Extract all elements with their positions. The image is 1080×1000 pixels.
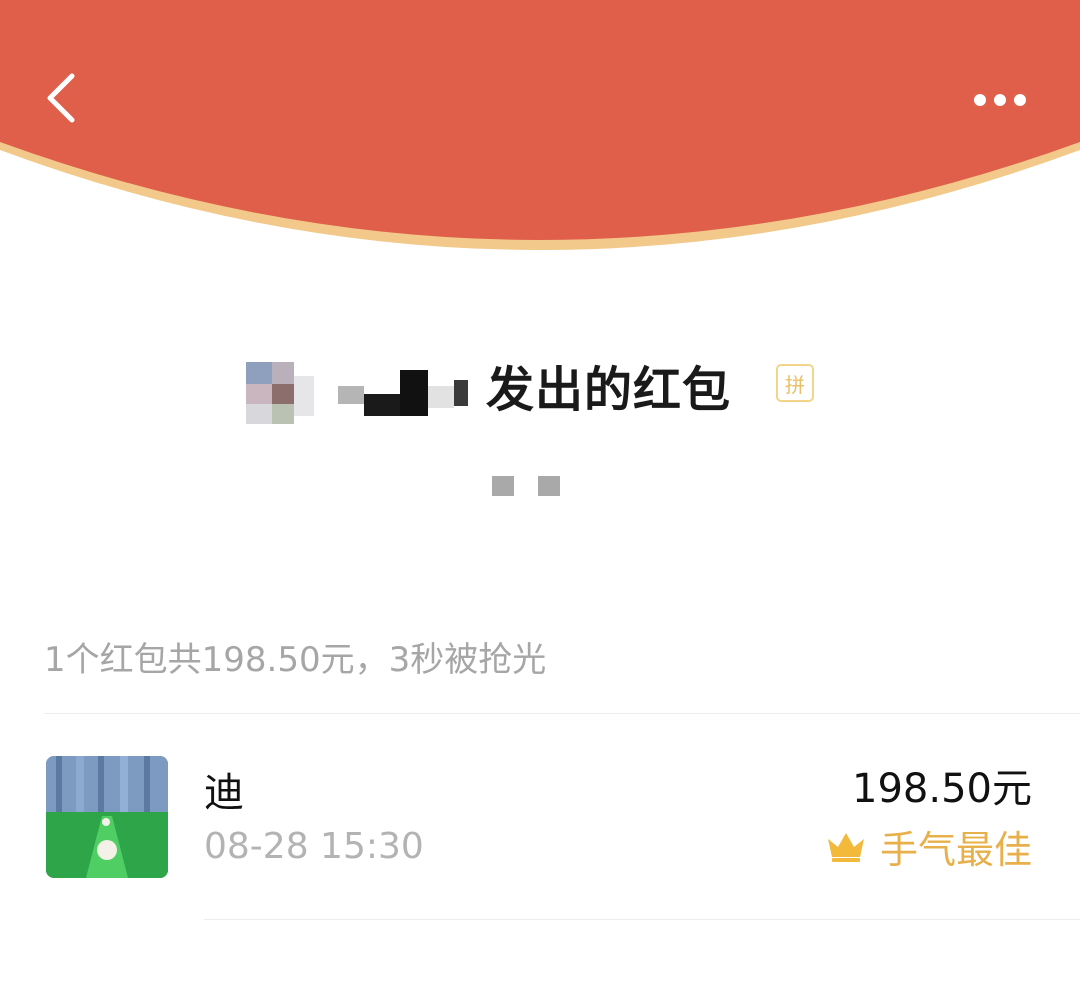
header-curve-shape xyxy=(0,0,1080,250)
red-envelope-header xyxy=(0,0,1080,270)
sender-title: 发出的红包 xyxy=(486,362,732,418)
pin-badge: 拼 xyxy=(776,364,814,402)
blessing-text-obscured xyxy=(488,470,568,502)
more-options-button[interactable] xyxy=(962,78,1038,122)
receiver-avatar[interactable] xyxy=(46,756,168,878)
divider xyxy=(44,713,1080,714)
back-button[interactable] xyxy=(38,66,98,130)
receiver-time: 08-28 15:30 xyxy=(204,826,424,867)
chevron-left-icon xyxy=(47,73,75,123)
best-luck-badge: 手气最佳 xyxy=(826,822,1032,872)
sender-avatar-obscured xyxy=(246,356,316,426)
receiver-name: 迪 xyxy=(204,770,244,816)
best-luck-label: 手气最佳 xyxy=(879,827,1032,872)
crown-icon xyxy=(827,833,864,862)
envelope-summary: 1个红包共198.50元，3秒被抢光 xyxy=(44,640,547,680)
more-dots-icon xyxy=(974,94,1026,106)
avatar-image xyxy=(46,756,168,878)
sender-name-obscured xyxy=(332,360,472,424)
divider xyxy=(204,919,1080,920)
receiver-amount: 198.50元 xyxy=(852,766,1032,812)
